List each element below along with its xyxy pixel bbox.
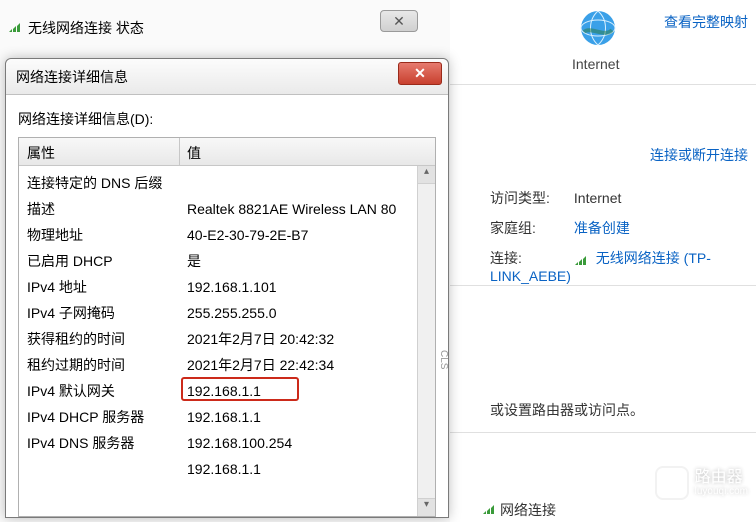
row-value: 2021年2月7日 20:42:32	[187, 326, 334, 352]
wifi-icon	[8, 20, 24, 32]
homegroup-label: 家庭组:	[490, 218, 570, 238]
scroll-up-icon[interactable]: ▴	[418, 166, 435, 184]
connections-row: 连接: 无线网络连接 (TP-LINK_AEBE)	[490, 248, 756, 284]
row-property: IPv4 默认网关	[27, 378, 115, 404]
watermark-title: 路由器	[695, 469, 748, 487]
dialog-titlebar[interactable]: 网络连接详细信息 ✕	[6, 59, 448, 95]
network-details-dialog: 网络连接详细信息 ✕ 网络连接详细信息(D): 属性 值 连接特定的 DNS 后…	[5, 58, 449, 518]
row-property: 获得租约的时间	[27, 326, 125, 352]
row-property: IPv4 地址	[27, 274, 87, 300]
table-row[interactable]: IPv4 默认网关 192.168.1.1	[19, 378, 435, 404]
access-type-value: Internet	[574, 190, 621, 206]
details-list-label: 网络连接详细信息(D):	[18, 109, 436, 129]
homegroup-row: 家庭组: 准备创建	[490, 218, 630, 238]
scroll-down-icon[interactable]: ▾	[418, 498, 435, 516]
separator	[450, 285, 756, 286]
row-property: 租约过期的时间	[27, 352, 125, 378]
internet-label: Internet	[572, 56, 619, 72]
row-value: 192.168.1.101	[187, 274, 277, 300]
network-center-panel: Internet 查看完整映射 连接或断开连接 访问类型: Internet 家…	[450, 0, 756, 522]
row-property: IPv4 DNS 服务器	[27, 430, 134, 456]
column-divider[interactable]	[179, 138, 180, 166]
row-value: 192.168.1.1	[187, 404, 261, 430]
row-value: 192.168.1.1	[187, 456, 261, 482]
status-window-title: 无线网络连接 状态	[28, 18, 144, 38]
status-window-close-button[interactable]: ✕	[380, 10, 418, 32]
row-property: 已启用 DHCP	[27, 248, 113, 274]
row-property: IPv4 子网掩码	[27, 300, 115, 326]
status-window-titlebar: 无线网络连接 状态	[0, 8, 170, 38]
row-value: 192.168.1.1	[187, 378, 261, 404]
homegroup-link[interactable]: 准备创建	[574, 220, 630, 236]
view-full-map-link[interactable]: 查看完整映射	[664, 12, 748, 32]
router-icon	[655, 466, 689, 500]
row-value: 40-E2-30-79-2E-B7	[187, 222, 308, 248]
row-value: 255.255.255.0	[187, 300, 277, 326]
table-row[interactable]: IPv4 子网掩码 255.255.255.0	[19, 300, 435, 326]
row-property: 连接特定的 DNS 后缀	[27, 170, 162, 196]
column-value[interactable]: 值	[187, 143, 201, 163]
watermark-sub: luyouqi.com	[695, 486, 748, 497]
table-row[interactable]: IPv4 DHCP 服务器 192.168.1.1	[19, 404, 435, 430]
wifi-icon	[574, 253, 590, 265]
router-hint-text: 或设置路由器或访问点。	[490, 400, 644, 420]
table-row[interactable]: 连接特定的 DNS 后缀	[19, 170, 435, 196]
side-label: CLS	[438, 350, 449, 369]
internet-globe-icon	[578, 8, 618, 48]
separator	[450, 432, 756, 433]
column-property[interactable]: 属性	[27, 143, 55, 163]
row-value: 192.168.100.254	[187, 430, 292, 456]
access-type-row: 访问类型: Internet	[490, 188, 621, 208]
row-value: 2021年2月7日 22:42:34	[187, 352, 334, 378]
watermark: 路由器 luyouqi.com	[655, 466, 748, 500]
table-row[interactable]: 192.168.1.1	[19, 456, 435, 482]
table-row[interactable]: 获得租约的时间 2021年2月7日 20:42:32	[19, 326, 435, 352]
row-property: IPv4 DHCP 服务器	[27, 404, 144, 430]
connect-disconnect-link[interactable]: 连接或断开连接	[650, 145, 748, 165]
connections-label: 连接:	[490, 248, 570, 268]
dialog-title: 网络连接详细信息	[16, 67, 128, 87]
table-row[interactable]: 租约过期的时间 2021年2月7日 22:42:34	[19, 352, 435, 378]
table-row[interactable]: IPv4 DNS 服务器 192.168.100.254	[19, 430, 435, 456]
row-value: Realtek 8821AE Wireless LAN 80	[187, 196, 396, 222]
wifi-icon	[482, 502, 498, 514]
table-row[interactable]: 已启用 DHCP 是	[19, 248, 435, 274]
table-row[interactable]: 物理地址 40-E2-30-79-2E-B7	[19, 222, 435, 248]
bottom-network-text: 网络连接	[500, 500, 556, 520]
row-value: 是	[187, 248, 201, 274]
separator	[450, 84, 756, 85]
details-list: 属性 值 连接特定的 DNS 后缀描述 Realtek 8821AE Wirele…	[18, 137, 436, 517]
table-row[interactable]: 描述 Realtek 8821AE Wireless LAN 80	[19, 196, 435, 222]
details-list-header: 属性 值	[19, 138, 435, 166]
access-type-label: 访问类型:	[490, 188, 570, 208]
row-property: 物理地址	[27, 222, 83, 248]
row-property: 描述	[27, 196, 55, 222]
close-button[interactable]: ✕	[398, 62, 442, 85]
scrollbar[interactable]: ▴ ▾	[417, 166, 435, 516]
table-row[interactable]: IPv4 地址 192.168.1.101	[19, 274, 435, 300]
